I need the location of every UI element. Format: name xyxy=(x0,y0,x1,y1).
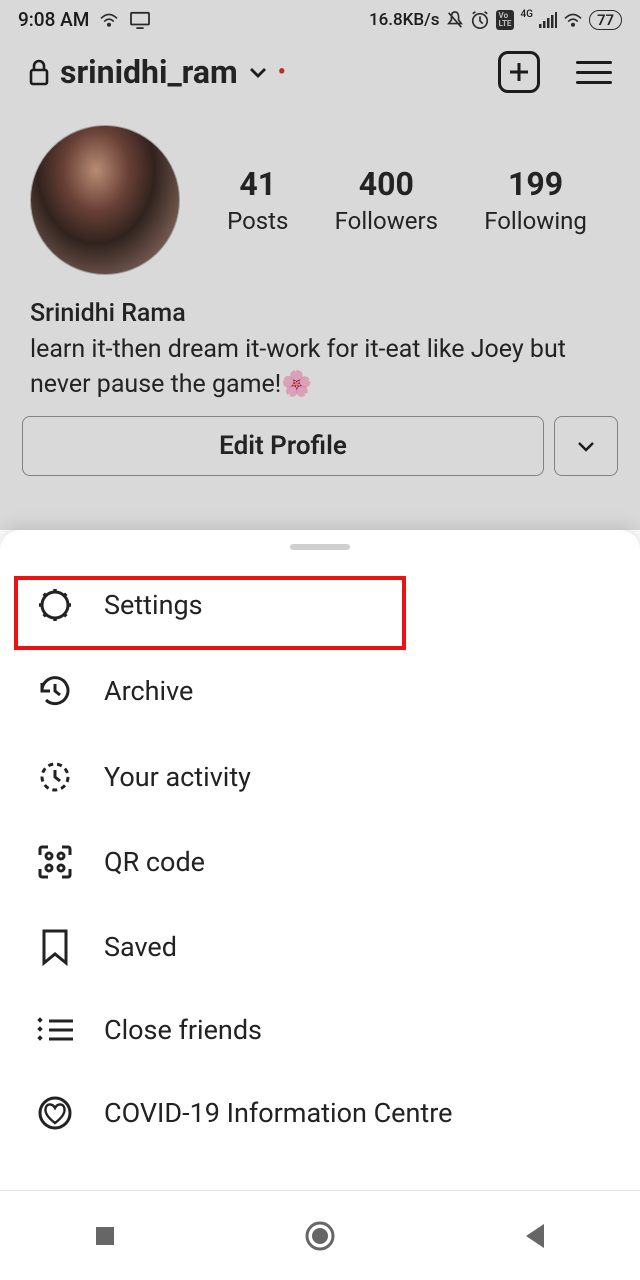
menu-button[interactable] xyxy=(576,61,612,84)
display-name: Srinidhi Rama xyxy=(30,299,610,328)
activity-icon xyxy=(34,757,76,797)
nav-back-button[interactable] xyxy=(522,1222,548,1250)
network-badge: 4G xyxy=(520,9,533,20)
following-label: Following xyxy=(484,207,587,235)
wifi-icon-2 xyxy=(563,12,583,28)
saved-icon xyxy=(34,927,76,967)
posts-label: Posts xyxy=(227,207,288,235)
system-nav-bar xyxy=(0,1190,640,1280)
menu-covid-label: COVID-19 Information Centre xyxy=(104,1097,452,1129)
followers-stat[interactable]: 400 Followers xyxy=(335,165,438,235)
menu-close-friends-label: Close friends xyxy=(104,1014,262,1046)
posts-stat[interactable]: 41 Posts xyxy=(227,165,288,235)
posts-count: 41 xyxy=(227,165,288,203)
qrcode-icon xyxy=(34,843,76,881)
bottom-sheet: Settings Archive Your activity QR code S… xyxy=(0,530,640,1190)
menu-qrcode[interactable]: QR code xyxy=(0,820,640,904)
story-dot: • xyxy=(278,60,286,85)
create-button[interactable] xyxy=(498,51,540,93)
mute-icon xyxy=(446,10,464,30)
data-rate: 16.8KB/s xyxy=(369,10,440,30)
nav-home-button[interactable] xyxy=(303,1219,337,1253)
close-friends-icon xyxy=(34,1013,76,1047)
username-text: srinidhi_ram xyxy=(60,53,238,91)
status-bar: 9:08 AM 16.8KB/s VoLTE 4G 77 xyxy=(0,0,640,35)
bio-text: learn it-then dream it-work for it-eat l… xyxy=(30,332,610,402)
battery-indicator: 77 xyxy=(589,10,622,30)
suggested-dropdown-button[interactable] xyxy=(554,416,618,476)
sheet-grabber[interactable] xyxy=(290,544,350,550)
menu-close-friends[interactable]: Close friends xyxy=(0,990,640,1070)
menu-settings[interactable]: Settings xyxy=(0,562,640,648)
lock-icon xyxy=(28,58,50,86)
menu-saved[interactable]: Saved xyxy=(0,904,640,990)
username-dropdown[interactable]: srinidhi_ram • xyxy=(28,53,286,91)
clock: 9:08 AM xyxy=(18,8,89,31)
settings-icon xyxy=(34,585,76,625)
edit-profile-button[interactable]: Edit Profile xyxy=(22,416,544,476)
nav-recent-button[interactable] xyxy=(92,1223,118,1249)
volte-icon: VoLTE xyxy=(496,10,515,30)
signal-icon xyxy=(539,12,557,28)
menu-archive[interactable]: Archive xyxy=(0,648,640,734)
wifi-icon xyxy=(99,12,119,28)
menu-archive-label: Archive xyxy=(104,675,193,707)
followers-label: Followers xyxy=(335,207,438,235)
alarm-icon xyxy=(470,10,490,30)
menu-covid[interactable]: COVID-19 Information Centre xyxy=(0,1070,640,1156)
display-icon xyxy=(129,11,151,29)
followers-count: 400 xyxy=(335,165,438,203)
menu-qrcode-label: QR code xyxy=(104,846,205,878)
archive-icon xyxy=(34,671,76,711)
profile-header: srinidhi_ram • xyxy=(0,35,640,103)
covid-icon xyxy=(34,1093,76,1133)
menu-saved-label: Saved xyxy=(104,931,177,963)
following-count: 199 xyxy=(484,165,587,203)
chevron-down-icon xyxy=(248,65,268,79)
menu-activity[interactable]: Your activity xyxy=(0,734,640,820)
menu-settings-label: Settings xyxy=(104,589,203,621)
following-stat[interactable]: 199 Following xyxy=(484,165,587,235)
menu-activity-label: Your activity xyxy=(104,761,251,793)
avatar[interactable] xyxy=(30,125,180,275)
